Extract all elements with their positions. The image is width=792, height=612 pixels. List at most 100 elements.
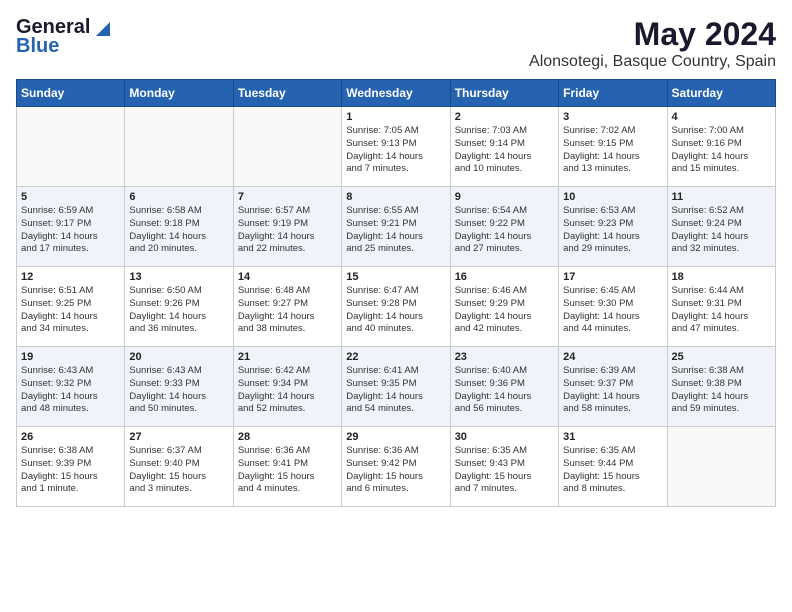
day-number: 1: [346, 111, 445, 123]
logo: General Blue: [16, 16, 110, 58]
day-number: 15: [346, 271, 445, 283]
table-row: 9 Sunrise: 6:54 AM Sunset: 9:22 PM Daylig…: [450, 187, 558, 267]
day-number: 31: [563, 431, 662, 443]
cell-info: Sunrise: 6:46 AM Sunset: 9:29 PM Dayligh…: [455, 285, 554, 336]
day-number: 5: [21, 191, 120, 203]
cell-info: Sunrise: 6:45 AM Sunset: 9:30 PM Dayligh…: [563, 285, 662, 336]
day-number: 22: [346, 351, 445, 363]
cell-info: Sunrise: 6:48 AM Sunset: 9:27 PM Dayligh…: [238, 285, 337, 336]
day-header-saturday: Saturday: [667, 80, 775, 107]
day-number: 30: [455, 431, 554, 443]
day-number: 17: [563, 271, 662, 283]
day-number: 25: [672, 351, 771, 363]
table-row: 2 Sunrise: 7:03 AM Sunset: 9:14 PM Daylig…: [450, 107, 558, 187]
cell-info: Sunrise: 6:53 AM Sunset: 9:23 PM Dayligh…: [563, 205, 662, 256]
cell-info: Sunrise: 6:51 AM Sunset: 9:25 PM Dayligh…: [21, 285, 120, 336]
day-number: 19: [21, 351, 120, 363]
cell-info: Sunrise: 6:55 AM Sunset: 9:21 PM Dayligh…: [346, 205, 445, 256]
table-row: 22 Sunrise: 6:41 AM Sunset: 9:35 PM Dayli…: [342, 347, 450, 427]
table-row: 12 Sunrise: 6:51 AM Sunset: 9:25 PM Dayli…: [17, 267, 125, 347]
table-row: 11 Sunrise: 6:52 AM Sunset: 9:24 PM Dayli…: [667, 187, 775, 267]
day-number: 23: [455, 351, 554, 363]
table-row: 24Sunrise: 6:39 AM Sunset: 9:37 PM Dayli…: [559, 347, 667, 427]
table-row: 20Sunrise: 6:43 AM Sunset: 9:33 PM Dayli…: [125, 347, 233, 427]
cell-info: Sunrise: 6:43 AM Sunset: 9:32 PM Dayligh…: [21, 365, 120, 416]
day-number: 4: [672, 111, 771, 123]
day-number: 9: [455, 191, 554, 203]
cell-info: Sunrise: 7:03 AM Sunset: 9:14 PM Dayligh…: [455, 125, 554, 176]
table-row: [233, 107, 341, 187]
table-row: 3 Sunrise: 7:02 AM Sunset: 9:15 PM Daylig…: [559, 107, 667, 187]
cell-info: Sunrise: 6:36 AM Sunset: 9:41 PM Dayligh…: [238, 445, 337, 496]
cell-info: Sunrise: 7:05 AM Sunset: 9:13 PM Dayligh…: [346, 125, 445, 176]
cell-info: Sunrise: 6:58 AM Sunset: 9:18 PM Dayligh…: [129, 205, 228, 256]
day-header-thursday: Thursday: [450, 80, 558, 107]
table-row: 27Sunrise: 6:37 AM Sunset: 9:40 PM Dayli…: [125, 427, 233, 507]
page-header: General Blue May 2024 Alonsotegi, Basque…: [16, 16, 776, 71]
day-header-sunday: Sunday: [17, 80, 125, 107]
table-row: 8 Sunrise: 6:55 AM Sunset: 9:21 PM Daylig…: [342, 187, 450, 267]
table-row: [667, 427, 775, 507]
table-row: 4 Sunrise: 7:00 AM Sunset: 9:16 PM Daylig…: [667, 107, 775, 187]
day-number: 18: [672, 271, 771, 283]
table-row: 31Sunrise: 6:35 AM Sunset: 9:44 PM Dayli…: [559, 427, 667, 507]
cell-info: Sunrise: 6:52 AM Sunset: 9:24 PM Dayligh…: [672, 205, 771, 256]
table-row: 30 Sunrise: 6:35 AM Sunset: 9:43 PM Dayli…: [450, 427, 558, 507]
table-row: 10Sunrise: 6:53 AM Sunset: 9:23 PM Dayli…: [559, 187, 667, 267]
cell-info: Sunrise: 6:40 AM Sunset: 9:36 PM Dayligh…: [455, 365, 554, 416]
cell-info: Sunrise: 6:59 AM Sunset: 9:17 PM Dayligh…: [21, 205, 120, 256]
title-block: May 2024 Alonsotegi, Basque Country, Spa…: [529, 16, 776, 71]
table-row: [125, 107, 233, 187]
day-number: 14: [238, 271, 337, 283]
day-number: 26: [21, 431, 120, 443]
table-row: 16 Sunrise: 6:46 AM Sunset: 9:29 PM Dayli…: [450, 267, 558, 347]
table-row: 19 Sunrise: 6:43 AM Sunset: 9:32 PM Dayli…: [17, 347, 125, 427]
cell-info: Sunrise: 7:02 AM Sunset: 9:15 PM Dayligh…: [563, 125, 662, 176]
day-header-wednesday: Wednesday: [342, 80, 450, 107]
cell-info: Sunrise: 6:57 AM Sunset: 9:19 PM Dayligh…: [238, 205, 337, 256]
month-title: May 2024: [529, 16, 776, 53]
table-row: 7Sunrise: 6:57 AM Sunset: 9:19 PM Daylig…: [233, 187, 341, 267]
cell-info: Sunrise: 7:00 AM Sunset: 9:16 PM Dayligh…: [672, 125, 771, 176]
day-number: 11: [672, 191, 771, 203]
location-title: Alonsotegi, Basque Country, Spain: [529, 53, 776, 71]
day-number: 29: [346, 431, 445, 443]
table-row: 21 Sunrise: 6:42 AM Sunset: 9:34 PM Dayli…: [233, 347, 341, 427]
cell-info: Sunrise: 6:41 AM Sunset: 9:35 PM Dayligh…: [346, 365, 445, 416]
day-number: 27: [129, 431, 228, 443]
cell-info: Sunrise: 6:47 AM Sunset: 9:28 PM Dayligh…: [346, 285, 445, 336]
table-row: 29Sunrise: 6:36 AM Sunset: 9:42 PM Dayli…: [342, 427, 450, 507]
table-row: 28 Sunrise: 6:36 AM Sunset: 9:41 PM Dayli…: [233, 427, 341, 507]
table-row: 6 Sunrise: 6:58 AM Sunset: 9:18 PM Daylig…: [125, 187, 233, 267]
table-row: 13Sunrise: 6:50 AM Sunset: 9:26 PM Dayli…: [125, 267, 233, 347]
day-number: 6: [129, 191, 228, 203]
cell-info: Sunrise: 6:42 AM Sunset: 9:34 PM Dayligh…: [238, 365, 337, 416]
cell-info: Sunrise: 6:44 AM Sunset: 9:31 PM Dayligh…: [672, 285, 771, 336]
cell-info: Sunrise: 6:54 AM Sunset: 9:22 PM Dayligh…: [455, 205, 554, 256]
day-header-tuesday: Tuesday: [233, 80, 341, 107]
day-number: 28: [238, 431, 337, 443]
day-number: 24: [563, 351, 662, 363]
cell-info: Sunrise: 6:38 AM Sunset: 9:39 PM Dayligh…: [21, 445, 120, 496]
table-row: 26 Sunrise: 6:38 AM Sunset: 9:39 PM Dayli…: [17, 427, 125, 507]
day-header-friday: Friday: [559, 80, 667, 107]
day-number: 20: [129, 351, 228, 363]
table-row: 17 Sunrise: 6:45 AM Sunset: 9:30 PM Dayli…: [559, 267, 667, 347]
day-number: 2: [455, 111, 554, 123]
logo-blue-text: Blue: [16, 35, 59, 58]
table-row: 15 Sunrise: 6:47 AM Sunset: 9:28 PM Dayli…: [342, 267, 450, 347]
table-row: 5 Sunrise: 6:59 AM Sunset: 9:17 PM Daylig…: [17, 187, 125, 267]
day-number: 16: [455, 271, 554, 283]
day-number: 21: [238, 351, 337, 363]
day-number: 3: [563, 111, 662, 123]
table-row: 14 Sunrise: 6:48 AM Sunset: 9:27 PM Dayli…: [233, 267, 341, 347]
day-number: 12: [21, 271, 120, 283]
table-row: 25Sunrise: 6:38 AM Sunset: 9:38 PM Dayli…: [667, 347, 775, 427]
logo-icon: [92, 18, 110, 36]
table-row: 18 Sunrise: 6:44 AM Sunset: 9:31 PM Dayli…: [667, 267, 775, 347]
table-row: 23 Sunrise: 6:40 AM Sunset: 9:36 PM Dayli…: [450, 347, 558, 427]
day-number: 8: [346, 191, 445, 203]
cell-info: Sunrise: 6:50 AM Sunset: 9:26 PM Dayligh…: [129, 285, 228, 336]
table-row: 1 Sunrise: 7:05 AM Sunset: 9:13 PM Daylig…: [342, 107, 450, 187]
cell-info: Sunrise: 6:35 AM Sunset: 9:43 PM Dayligh…: [455, 445, 554, 496]
